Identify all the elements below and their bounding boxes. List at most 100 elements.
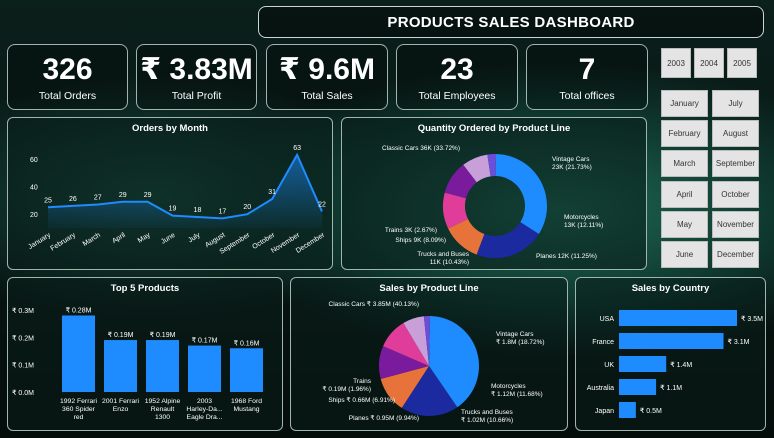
slice-label: Ships ₹ 0.66M (6.91%) <box>328 397 395 404</box>
kpi-label: Total Profit <box>171 90 222 102</box>
kpi-total-employees: 23 Total Employees <box>396 44 518 110</box>
top-5-products-panel: Top 5 Products ₹ 0.0M ₹ 0.1M ₹ 0.2M ₹ 0.3M ₹… <box>7 277 283 431</box>
x-tick-label: 2001 Ferrari Enzo <box>102 398 140 413</box>
data-label: 26 <box>69 196 77 203</box>
slice-label: Classic Cars 36K (33.72%) <box>382 145 460 152</box>
y-tick-label: Japan <box>595 408 614 415</box>
x-tick-label: 1952 Alpine Renault 1300 <box>145 398 181 421</box>
slice-label: Motorcycles 13K (12.11%) <box>564 214 603 229</box>
slice-label: Trucks and Buses ₹ 1.02M (10.66%) <box>461 409 514 424</box>
kpi-label: Total Sales <box>301 90 353 102</box>
y-tick-label: 20 <box>30 212 38 219</box>
month-filter-june[interactable]: June <box>661 241 708 268</box>
month-filter-august[interactable]: August <box>712 120 759 147</box>
month-filter-february[interactable]: February <box>661 120 708 147</box>
month-filter-january[interactable]: January <box>661 90 708 117</box>
month-filter-march[interactable]: March <box>661 150 708 177</box>
pie-slice <box>495 154 547 234</box>
slice-label: Planes ₹ 0.95M (9.94%) <box>349 415 419 422</box>
data-label: ₹ 1.4M <box>670 361 692 369</box>
month-filter-november[interactable]: November <box>712 211 759 238</box>
year-filter-2004[interactable]: 2004 <box>694 48 724 78</box>
data-label: ₹ 0.5M <box>640 407 662 415</box>
slice-label: Motorcycles ₹ 1.12M (11.68%) <box>491 383 543 398</box>
slice-label: Planes 12K (11.25%) <box>536 253 597 260</box>
data-label: ₹ 3.1M <box>728 338 750 346</box>
top-products-bar-chart: ₹ 0.0M ₹ 0.1M ₹ 0.2M ₹ 0.3M ₹ 0.28M ₹ 0.19M ₹ … <box>12 306 263 421</box>
month-filter-december[interactable]: December <box>712 241 759 268</box>
data-label: ₹ 0.19M <box>108 331 134 339</box>
data-label: 63 <box>293 145 301 152</box>
kpi-label: Total offices <box>559 90 615 102</box>
kpi-total-offices: 7 Total offices <box>526 44 648 110</box>
country-bar <box>619 379 657 395</box>
sales-by-country-panel: Sales by Country USA ₹ 3.5M France ₹ 3.1M UK… <box>575 277 766 431</box>
x-tick-label: June <box>160 232 177 246</box>
kpi-value: 23 <box>440 53 474 86</box>
quantity-donut-chart: Classic Cars 36K (33.72%) Vintage Cars 23K… <box>382 145 603 266</box>
data-label: ₹ 3.5M <box>741 315 763 323</box>
x-tick-label: 2003 Harley-Da... Eagle Dra... <box>186 398 222 421</box>
data-label: 17 <box>218 208 226 215</box>
slice-label: Trains ₹ 0.19M (1.96%) <box>322 378 371 393</box>
kpi-value: ₹ 9.6M <box>279 53 375 86</box>
y-tick-label: ₹ 0.0M <box>12 389 34 397</box>
slice-label: Ships 9K (8.09%) <box>395 237 446 244</box>
data-label: ₹ 0.17M <box>192 337 218 345</box>
data-label: 29 <box>119 192 127 199</box>
country-bar-chart: USA ₹ 3.5M France ₹ 3.1M UK ₹ 1.4M Australia ₹ … <box>587 310 763 418</box>
data-label: 27 <box>94 195 102 202</box>
kpi-value: 326 <box>42 53 93 86</box>
data-label: 18 <box>194 207 202 214</box>
data-label: 22 <box>318 201 326 208</box>
kpi-label: Total Orders <box>38 90 97 102</box>
data-label: 31 <box>268 189 276 196</box>
product-bar <box>230 348 263 392</box>
x-tick-label: 1992 Ferrari 360 Spider red <box>60 398 98 421</box>
slice-label: Vintage Cars ₹ 1.8M (18.72%) <box>496 331 545 346</box>
slice-label: Trucks and Buses 11K (10.43%) <box>417 251 470 266</box>
month-filter-october[interactable]: October <box>712 181 759 208</box>
year-filter-2005[interactable]: 2005 <box>727 48 757 78</box>
month-filter-may[interactable]: May <box>661 211 708 238</box>
y-tick-label: Australia <box>587 385 614 392</box>
sales-pie-chart: Classic Cars ₹ 3.85M (40.13%) Vintage Car… <box>322 301 545 424</box>
page-title: PRODUCTS SALES DASHBOARD <box>387 13 635 31</box>
orders-by-month-panel: Orders by Month 20 40 60 25 26 27 29 29 19 18 17 20… <box>7 117 333 270</box>
sales-by-product-line-panel: Sales by Product Line Classic Cars ₹ 3.8… <box>290 277 568 431</box>
x-tick-label: December <box>295 231 327 254</box>
y-tick-label: UK <box>604 362 614 369</box>
x-tick-label: January <box>27 231 52 250</box>
kpi-total-profit: ₹ 3.83M Total Profit <box>136 44 257 110</box>
kpi-total-orders: 326 Total Orders <box>7 44 128 110</box>
x-tick-label: March <box>82 232 102 248</box>
month-filter-april[interactable]: April <box>661 181 708 208</box>
x-tick-label: February <box>50 231 78 252</box>
slice-label: Vintage Cars 23K (21.73%) <box>552 156 592 171</box>
kpi-label: Total Employees <box>418 90 496 102</box>
x-tick-label: July <box>187 231 202 244</box>
year-filter-2003[interactable]: 2003 <box>661 48 691 78</box>
product-bar <box>188 345 221 392</box>
y-tick-label: 60 <box>30 157 38 164</box>
y-tick-label: USA <box>600 316 615 323</box>
data-label: ₹ 1.1M <box>660 384 682 392</box>
x-tick-label: 1968 Ford Mustang <box>231 398 262 413</box>
product-bar <box>62 315 95 392</box>
slice-label: Trains 3K (2.67%) <box>385 227 437 234</box>
country-bar <box>619 310 737 326</box>
y-tick-label: ₹ 0.3M <box>12 307 34 315</box>
quantity-by-product-line-panel: Quantity Ordered by Product Line Classic… <box>341 117 647 270</box>
data-label: ₹ 0.28M <box>66 306 92 314</box>
data-label: 19 <box>169 206 177 213</box>
product-bar <box>146 340 179 392</box>
month-filter-july[interactable]: July <box>712 90 759 117</box>
kpi-total-sales: ₹ 9.6M Total Sales <box>266 44 388 110</box>
y-tick-label: France <box>592 339 614 346</box>
month-filter-september[interactable]: September <box>712 150 759 177</box>
data-label: ₹ 0.16M <box>234 339 260 347</box>
slice-label: Classic Cars ₹ 3.85M (40.13%) <box>329 301 419 308</box>
y-tick-label: ₹ 0.1M <box>12 362 34 370</box>
dashboard-title: PRODUCTS SALES DASHBOARD <box>258 6 764 38</box>
data-label: 25 <box>44 197 52 204</box>
